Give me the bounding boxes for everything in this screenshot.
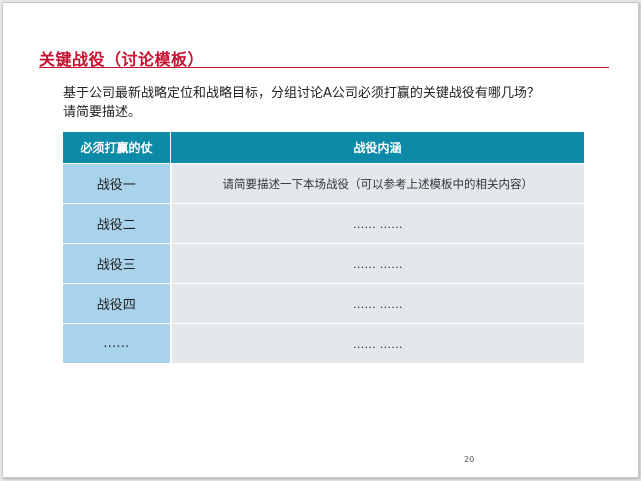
intro-line-1: 基于公司最新战略定位和战略目标，分组讨论A公司必须打赢的关键战役有哪几场？: [63, 86, 540, 101]
table-row: …… …… ……: [63, 323, 584, 363]
table-row: 战役四 …… ……: [63, 283, 584, 324]
page-number: 20: [464, 455, 475, 464]
battle-name-cell: 战役二: [63, 203, 172, 244]
table-header-row: 必须打赢的仗 战役内涵: [63, 132, 584, 164]
battle-content-cell: …… ……: [170, 243, 584, 284]
table-row: 战役二 …… ……: [63, 203, 584, 244]
battle-content-cell: …… ……: [170, 323, 584, 363]
battle-name-cell: 战役三: [63, 243, 172, 284]
slide: 关键战役（讨论模板） 基于公司最新战略定位和战略目标，分组讨论A公司必须打赢的关…: [2, 2, 639, 478]
title-underline: [39, 67, 609, 68]
battle-content-cell: 请简要描述一下本场战役（可以参考上述模板中的相关内容）: [170, 163, 584, 204]
battle-name-cell: 战役一: [63, 163, 172, 204]
battle-name-cell: 战役四: [63, 283, 172, 324]
intro-line-2: 请简要描述。: [63, 105, 142, 120]
intro-text: 基于公司最新战略定位和战略目标，分组讨论A公司必须打赢的关键战役有哪几场？ 请简…: [63, 84, 603, 122]
header-must-win: 必须打赢的仗: [63, 132, 171, 164]
battle-content-cell: …… ……: [170, 203, 584, 244]
battle-table: 必须打赢的仗 战役内涵 战役一 请简要描述一下本场战役（可以参考上述模板中的相关…: [63, 132, 584, 363]
table-row: 战役三 …… ……: [63, 243, 584, 284]
battle-content-cell: …… ……: [170, 283, 584, 324]
battle-name-cell: ……: [63, 323, 172, 363]
header-battle-content: 战役内涵: [170, 132, 584, 164]
table-row: 战役一 请简要描述一下本场战役（可以参考上述模板中的相关内容）: [63, 163, 584, 204]
